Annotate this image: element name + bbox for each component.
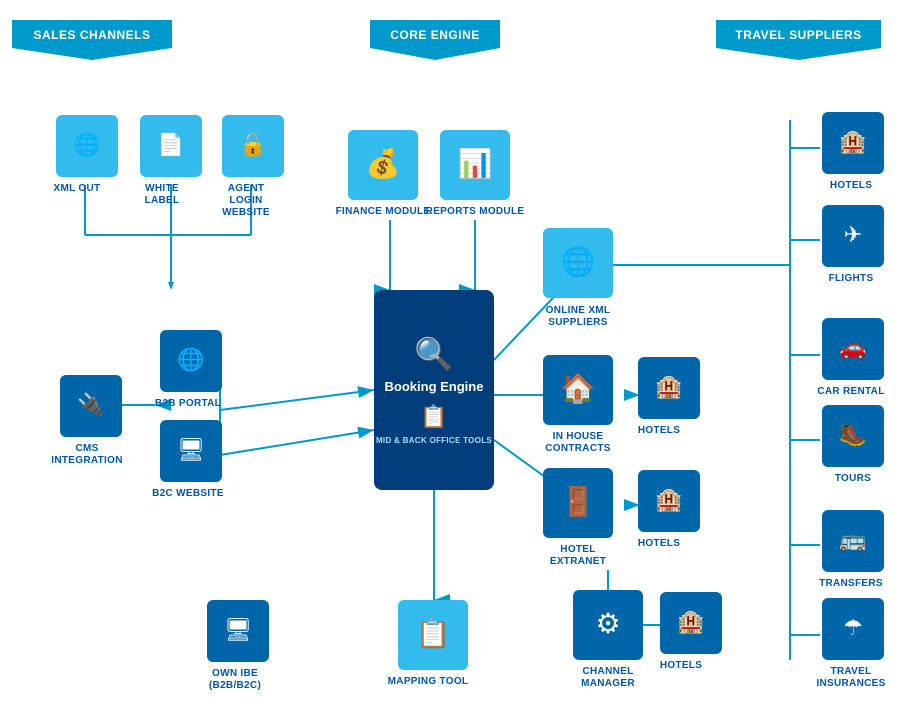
ts-hotels-box: 🏨 [822, 112, 884, 174]
online-xml-icon: 🌐 [561, 248, 596, 276]
own-ibe-label: OWN IBE(B2B/B2C) [190, 668, 280, 692]
white-label-icon: 📄 [157, 134, 184, 156]
sales-channels-banner: SALES CHANNELS [12, 20, 172, 60]
b2b-portal-label: B2B PORTAL [150, 398, 226, 410]
white-label-label: WHITE LABEL [128, 183, 196, 207]
booking-engine-icon: 🔍 [414, 335, 454, 373]
hotels-extranet-label: HOTELS [628, 538, 690, 550]
ts-car-rental-label: CAR RENTAL [810, 386, 892, 398]
finance-module-icon: 💰 [366, 150, 401, 178]
mapping-tool-box: 📋 [398, 600, 468, 670]
ts-tours-box: 🥾 [822, 405, 884, 467]
ts-travel-ins-box: ☂ [822, 598, 884, 660]
back-office-icon: 📋 [420, 404, 447, 430]
ts-tours-label: TOURS [822, 473, 884, 485]
xml-out-icon: 🌐 [73, 134, 100, 156]
agent-login-icon: 🔓 [239, 134, 266, 156]
ts-hotels-label: HOTELS [820, 180, 882, 192]
hotels-inhouse-box: 🏨 [638, 357, 700, 419]
hotels-channel-box: 🏨 [660, 592, 722, 654]
xml-out-box: 🌐 [56, 115, 118, 177]
b2c-website-box: 🖥 [160, 420, 222, 482]
ts-travel-ins-icon: ☂ [843, 617, 863, 639]
hotel-extranet-icon: 🚪 [561, 488, 596, 516]
ts-car-rental-box: 🚗 [822, 318, 884, 380]
hotels-extranet-icon: 🏨 [655, 489, 682, 511]
core-engine-banner: CORE ENGINE [370, 20, 500, 60]
channel-manager-box: ⚙ [573, 590, 643, 660]
hotel-extranet-box: 🚪 [543, 468, 613, 538]
cms-integration-label: CMSINTEGRATION [48, 443, 126, 467]
ts-tours-icon: 🥾 [839, 424, 866, 446]
online-xml-label: ONLINE XMLSUPPLIERS [530, 305, 626, 329]
travel-suppliers-banner: TRAVEL SUPPLIERS [716, 20, 881, 60]
reports-module-icon: 📊 [458, 150, 493, 178]
in-house-contracts-box: 🏠 [543, 355, 613, 425]
ts-flights-icon: ✈ [844, 224, 862, 246]
b2b-portal-box: 🌐 [160, 330, 222, 392]
hotels-inhouse-label: HOTELS [628, 425, 690, 437]
ts-flights-label: FLIGHTS [820, 273, 882, 285]
hotels-extranet-box: 🏨 [638, 470, 700, 532]
booking-engine-title: Booking Engine [385, 379, 484, 395]
mapping-tool-icon: 📋 [416, 620, 451, 648]
cms-integration-icon: 🔌 [77, 394, 104, 416]
agent-login-label: AGENT LOGINWEBSITE [210, 183, 282, 219]
in-house-contracts-icon: 🏠 [561, 375, 596, 403]
own-ibe-icon: 🖥 [224, 619, 252, 641]
reports-module-box: 📊 [440, 130, 510, 200]
channel-manager-icon: ⚙ [595, 610, 620, 638]
own-ibe-box: 🖥 [207, 600, 269, 662]
hotels-inhouse-icon: 🏨 [655, 376, 682, 398]
channel-manager-label: CHANNELMANAGER [558, 666, 658, 690]
hotels-channel-icon: 🏨 [677, 611, 704, 633]
in-house-contracts-label: IN HOUSECONTRACTS [530, 431, 626, 455]
mapping-tool-label: MAPPING TOOL [378, 676, 478, 688]
hotels-channel-label: HOTELS [650, 660, 712, 672]
reports-module-label: REPORTS MODULE [420, 206, 530, 218]
ts-car-rental-icon: 🚗 [839, 337, 866, 359]
ts-hotels-icon: 🏨 [839, 131, 866, 153]
agent-login-box: 🔓 [222, 115, 284, 177]
b2b-portal-icon: 🌐 [177, 349, 204, 371]
booking-engine-box: 🔍 Booking Engine 📋 MID & BACK OFFICE TOO… [374, 290, 494, 490]
main-diagram: SALES CHANNELS CORE ENGINE TRAVEL SUPPLI… [0, 0, 900, 727]
back-office-label: MID & BACK OFFICE TOOLS [376, 436, 492, 445]
white-label-box: 📄 [140, 115, 202, 177]
b2c-website-icon: 🖥 [177, 439, 205, 461]
b2c-website-label: B2C WEBSITE [150, 488, 226, 500]
ts-transfers-box: 🚌 [822, 510, 884, 572]
online-xml-box: 🌐 [543, 228, 613, 298]
xml-out-label: XML OUT [46, 183, 108, 195]
ts-travel-ins-label: TRAVELINSURANCES [808, 666, 894, 690]
ts-transfers-icon: 🚌 [839, 529, 866, 551]
ts-flights-box: ✈ [822, 205, 884, 267]
finance-module-box: 💰 [348, 130, 418, 200]
ts-transfers-label: TRANSFERS [815, 578, 887, 590]
cms-integration-box: 🔌 [60, 375, 122, 437]
hotel-extranet-label: HOTELEXTRANET [530, 544, 626, 568]
